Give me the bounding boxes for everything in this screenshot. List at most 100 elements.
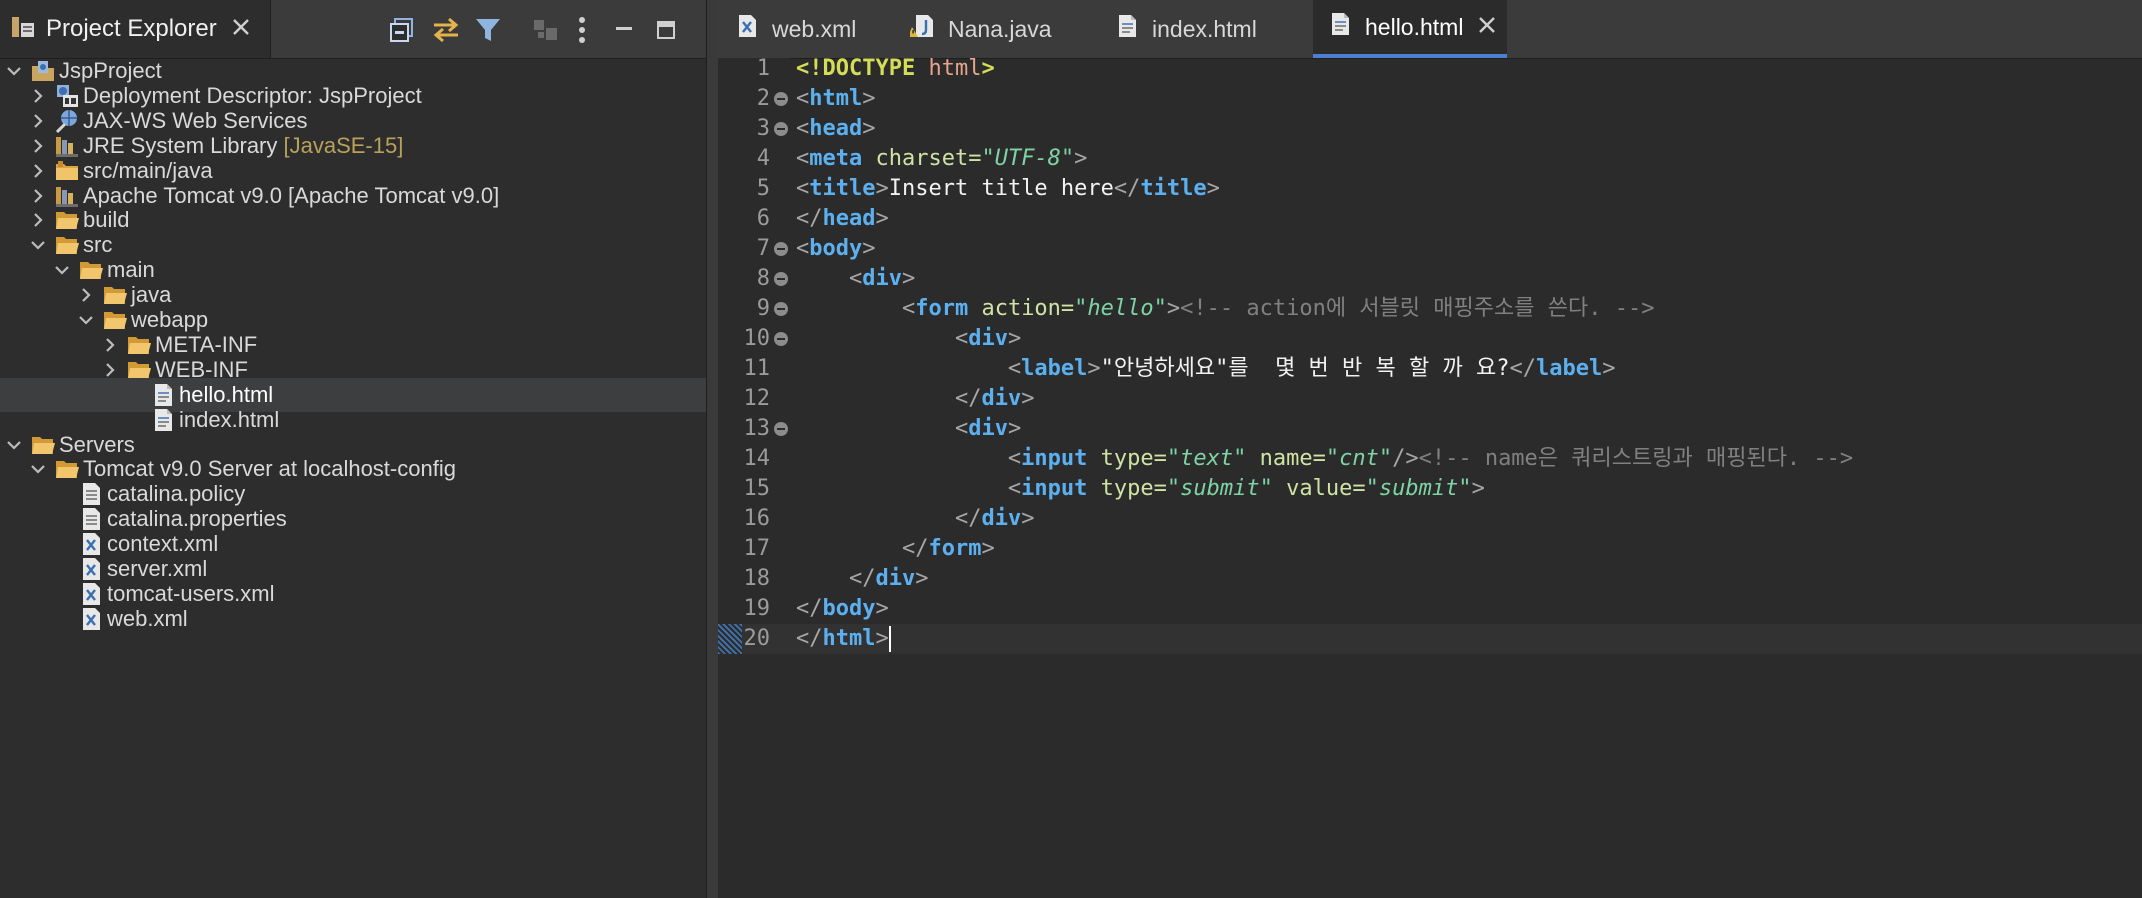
fold-collapse-icon[interactable] <box>774 122 788 136</box>
code-line[interactable]: 19 </body> <box>718 594 2142 624</box>
code-line[interactable]: 8 <div> <box>718 264 2142 294</box>
code-text: <body> <box>796 234 875 264</box>
explorer-title: Project Explorer <box>46 15 217 42</box>
code-token: html <box>928 56 982 81</box>
code-token: > <box>1021 506 1035 531</box>
code-line[interactable]: 17 </form> <box>718 534 2142 564</box>
code-token: <!DOCTYPE <box>796 56 916 81</box>
editor-tab[interactable]: hello.html <box>1313 0 1507 58</box>
code-token: charset= <box>875 146 982 171</box>
code-line[interactable]: 10 <div> <box>718 324 2142 354</box>
code-line[interactable]: 5 <title>Insert title here</title> <box>718 174 2142 204</box>
view-menu-icon[interactable] <box>566 14 598 46</box>
code-token: > <box>1206 176 1220 201</box>
line-number: 3 <box>756 116 770 141</box>
link-with-editor-icon[interactable] <box>430 14 462 46</box>
fold-collapse-icon[interactable] <box>774 272 788 286</box>
line-number: 7 <box>756 236 770 261</box>
filter-icon[interactable] <box>472 14 504 46</box>
close-icon[interactable] <box>1477 14 1497 41</box>
code-token: < <box>796 86 810 111</box>
xml-file-icon <box>734 13 760 45</box>
code-line[interactable]: 1 <!DOCTYPE html> <box>718 54 2142 84</box>
code-editor[interactable]: 1 <!DOCTYPE html> 2 <html> 3 <head> 4 <meta cha… <box>718 56 2142 898</box>
code-token: > <box>875 596 889 621</box>
fold-collapse-icon[interactable] <box>774 92 788 106</box>
editor-tab[interactable]: web.xml <box>720 0 890 58</box>
explorer-header: Project Explorer <box>0 0 706 59</box>
code-token: < <box>1007 446 1022 471</box>
code-line[interactable]: 16 </div> <box>718 504 2142 534</box>
code-token: input <box>1021 446 1088 471</box>
code-token: div <box>981 506 1022 531</box>
code-line[interactable]: 12 </div> <box>718 384 2142 414</box>
fold-collapse-icon[interactable] <box>774 302 788 316</box>
line-number: 2 <box>756 86 770 111</box>
code-line[interactable]: 15 <input type="submit" value="submit"> <box>718 474 2142 504</box>
code-token: <!-- action에 서블릿 매핑주소를 쓴다. --> <box>1180 296 1655 321</box>
code-line[interactable]: 7 <body> <box>718 234 2142 264</box>
code-line[interactable]: 3 <head> <box>718 114 2142 144</box>
code-text: <head> <box>796 114 875 144</box>
code-token: "cnt" <box>1325 446 1393 471</box>
focus-icon[interactable] <box>530 14 562 46</box>
editor-tab-label: web.xml <box>772 15 857 42</box>
code-line[interactable]: 14 <input type="text" name="cnt"/><!-- n… <box>718 444 2142 474</box>
tab-project-explorer[interactable]: Project Explorer <box>0 0 271 58</box>
code-text: <div> <box>796 264 915 294</box>
code-token: </ <box>1509 356 1536 381</box>
line-number: 4 <box>756 146 770 171</box>
code-token: > <box>862 236 876 261</box>
line-number: 13 <box>743 416 771 441</box>
code-line[interactable]: 2 <html> <box>718 84 2142 114</box>
editor-tab[interactable]: Nana.java <box>896 0 1094 58</box>
code-line[interactable]: 11 <label>"안녕하세요"를 몇 번 반 복 할 까 요?</label… <box>718 354 2142 384</box>
tree-item[interactable]: web.xml <box>0 602 706 636</box>
code-line[interactable]: 6 </head> <box>718 204 2142 234</box>
code-line[interactable]: 18 </div> <box>718 564 2142 594</box>
code-line[interactable]: 4 <meta charset="UTF-8"> <box>718 144 2142 174</box>
code-token: div <box>968 416 1008 441</box>
maximize-icon[interactable] <box>650 14 682 46</box>
fold-collapse-icon[interactable] <box>774 422 788 436</box>
line-number: 14 <box>743 446 771 471</box>
fold-collapse-icon[interactable] <box>774 242 788 256</box>
code-token: "hello" <box>1074 296 1167 321</box>
code-token: head <box>822 206 876 231</box>
code-token: type= <box>1100 476 1167 501</box>
editor-area: web.xml Nana.java index.html hello.html 1 <!… <box>718 0 2142 898</box>
code-text: <div> <box>796 324 1021 354</box>
fold-collapse-icon[interactable] <box>774 332 788 346</box>
code-token: > <box>1087 356 1101 381</box>
code-line[interactable]: 9 <form action="hello"><!-- action에 서블릿 … <box>718 294 2142 324</box>
editor-tab[interactable]: index.html <box>1100 0 1307 58</box>
code-line[interactable]: 20 </html> <box>718 624 2142 654</box>
code-token: form <box>915 296 969 321</box>
code-token: > <box>1166 296 1181 321</box>
code-text: </html> <box>796 624 891 654</box>
line-number: 17 <box>743 536 771 561</box>
code-token: > <box>875 176 889 201</box>
close-icon[interactable] <box>231 17 251 42</box>
code-token: "submit" <box>1365 476 1472 501</box>
code-token: < <box>901 296 916 321</box>
collapse-all-icon[interactable] <box>386 14 418 46</box>
code-token: < <box>796 176 810 201</box>
code-token: div <box>981 386 1022 411</box>
code-line[interactable]: 13 <div> <box>718 414 2142 444</box>
minimize-icon[interactable] <box>608 14 640 46</box>
code-token: > <box>875 206 889 231</box>
